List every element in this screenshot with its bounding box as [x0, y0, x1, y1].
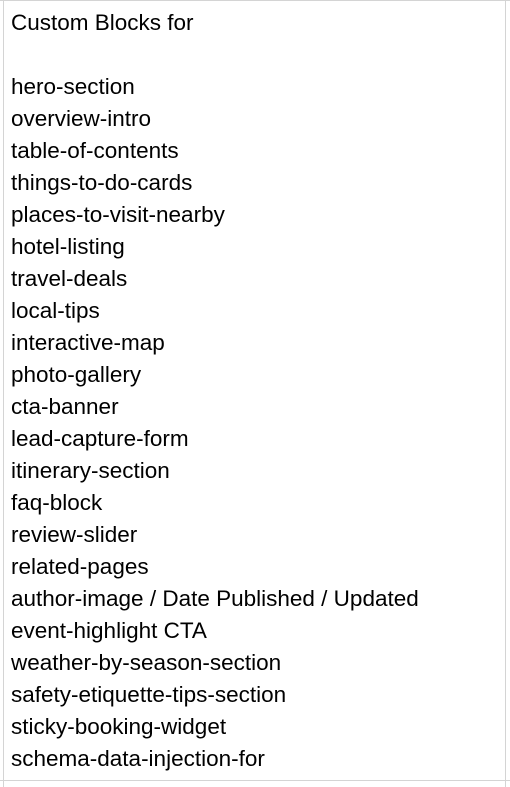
list-item: safety-etiquette-tips-section	[11, 682, 287, 707]
cell-title: Custom Blocks for	[11, 10, 194, 35]
list-item: hotel-listing	[11, 234, 125, 259]
list-item: schema-data-injection-for	[11, 746, 265, 771]
cell-text-content: Custom Blocks for hero-section overview-…	[11, 7, 503, 775]
list-item: sticky-booking-widget	[11, 714, 227, 739]
list-item: itinerary-section	[11, 458, 170, 483]
list-item: weather-by-season-section	[11, 650, 282, 675]
row-gridline-bottom	[0, 780, 510, 781]
list-item: travel-deals	[11, 266, 128, 291]
list-item: overview-intro	[11, 106, 152, 131]
column-gridline-left	[3, 1, 4, 787]
column-gridline-right	[505, 1, 506, 787]
list-item: table-of-contents	[11, 138, 179, 163]
list-item: author-image / Date Published / Updated	[11, 586, 419, 611]
list-item: lead-capture-form	[11, 426, 189, 451]
list-item: things-to-do-cards	[11, 170, 193, 195]
list-item: photo-gallery	[11, 362, 142, 387]
list-item: related-pages	[11, 554, 149, 579]
list-item: local-tips	[11, 298, 100, 323]
list-item: places-to-visit-nearby	[11, 202, 225, 227]
custom-blocks-list: hero-section overview-intro table-of-con…	[11, 71, 503, 775]
list-item: event-highlight CTA	[11, 618, 207, 643]
list-item: interactive-map	[11, 330, 165, 355]
spreadsheet-cell[interactable]: Custom Blocks for hero-section overview-…	[0, 0, 510, 787]
list-item: review-slider	[11, 522, 138, 547]
list-item: hero-section	[11, 74, 135, 99]
list-item: cta-banner	[11, 394, 119, 419]
list-item: faq-block	[11, 490, 103, 515]
